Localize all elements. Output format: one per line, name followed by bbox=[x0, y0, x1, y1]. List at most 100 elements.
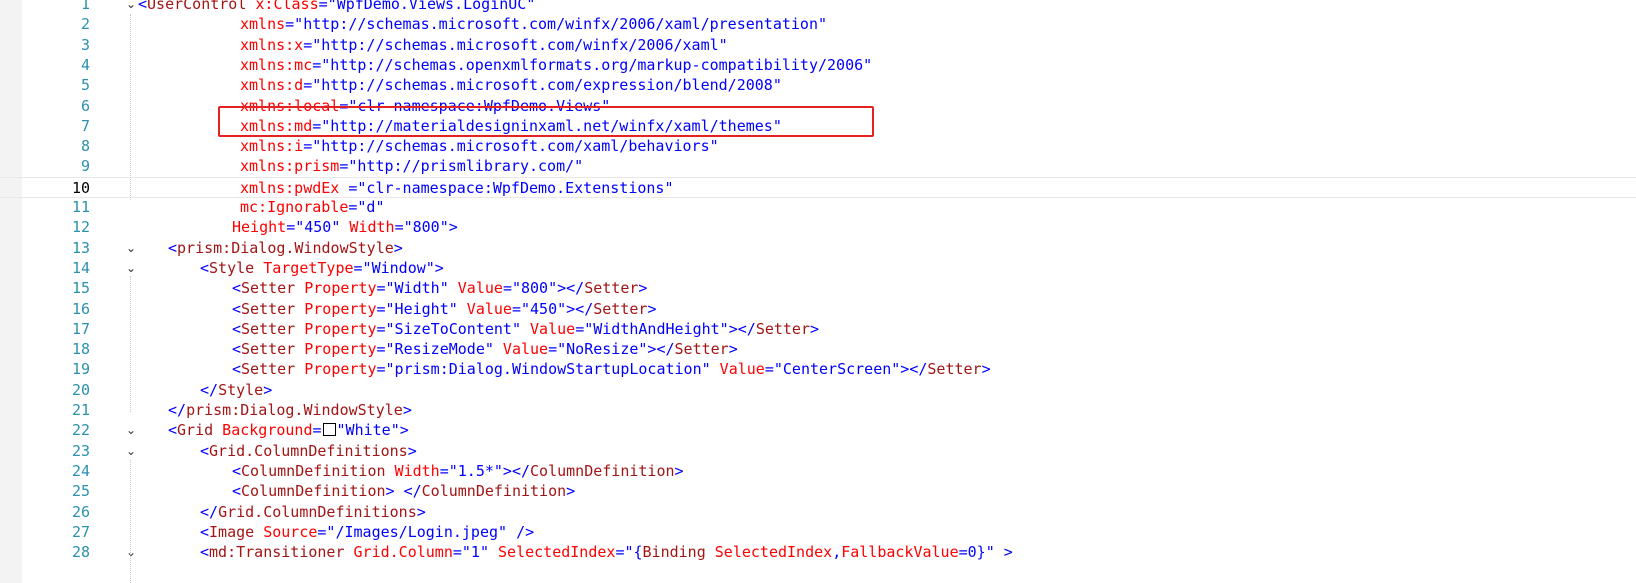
code-line[interactable]: 11 mc:Ignorable="d" bbox=[0, 197, 1636, 218]
code-line[interactable]: 16 <Setter Property="Height" Value="450">… bbox=[0, 299, 1636, 320]
code-token: ="/Images/Login.jpeg" /> bbox=[317, 522, 535, 541]
code-token: Setter bbox=[241, 319, 296, 338]
code-token: SelectedIndex bbox=[489, 543, 616, 562]
code-token: < bbox=[232, 360, 242, 379]
fold-chevron-icon[interactable]: ⌄ bbox=[124, 441, 138, 462]
code-token: < bbox=[232, 482, 242, 501]
code-line[interactable]: 7 xmlns:md="http://materialdesigninxaml.n… bbox=[0, 116, 1636, 137]
code-token: Value bbox=[521, 319, 576, 338]
code-token: Setter bbox=[927, 360, 982, 379]
code-token: Setter bbox=[593, 299, 648, 318]
code-token: xmlns bbox=[240, 15, 286, 34]
line-number: 17 bbox=[71, 319, 90, 338]
code-token: Grid.ColumnDefinitions bbox=[209, 441, 408, 460]
code-line[interactable]: 21 </prism:Dialog.WindowStyle> bbox=[0, 400, 1636, 421]
code-token: ="http://schemas.openxmlformats.org/mark… bbox=[312, 55, 873, 74]
code-token: ="http://prismlibrary.com/" bbox=[339, 157, 584, 176]
code-line[interactable]: 1 ⌄ <UserControl x:Class="WpfDemo.Views.Lo… bbox=[0, 0, 1636, 15]
color-swatch-icon[interactable] bbox=[322, 423, 336, 437]
line-number: 10 bbox=[71, 178, 90, 197]
code-token: ="{ bbox=[615, 543, 643, 562]
code-line[interactable]: 20 </Style> bbox=[0, 380, 1636, 401]
code-token: Property bbox=[295, 299, 377, 318]
code-token: md:Transitioner bbox=[209, 543, 345, 562]
code-token: ="http://schemas.microsoft.com/winfx/200… bbox=[285, 15, 828, 34]
code-editor[interactable]: 1 ⌄ <UserControl x:Class="WpfDemo.Views.Lo… bbox=[0, 0, 1636, 583]
code-token: > bbox=[981, 360, 991, 379]
code-line[interactable]: 3 xmlns:x="http://schemas.microsoft.com/w… bbox=[0, 35, 1636, 56]
code-token: > bbox=[393, 238, 403, 257]
code-token: Property bbox=[295, 319, 377, 338]
code-token: ="Window"> bbox=[353, 258, 444, 277]
code-token: > bbox=[416, 502, 426, 521]
code-token: ="http://schemas.microsoft.com/expressio… bbox=[303, 76, 782, 95]
code-line[interactable]: 23 ⌄ <Grid.ColumnDefinitions> bbox=[0, 441, 1636, 462]
code-line[interactable]: 9 xmlns:prism="http://prismlibrary.com/" bbox=[0, 156, 1636, 177]
code-token: < bbox=[200, 522, 210, 541]
code-token: > bbox=[638, 279, 648, 298]
code-text: xmlns:prism="http://prismlibrary.com/" bbox=[240, 156, 583, 177]
code-token: Width bbox=[385, 461, 440, 480]
code-text: <UserControl x:Class="WpfDemo.Views.Logi… bbox=[138, 0, 535, 15]
code-token: ="prism:Dialog.WindowStartupLocation" bbox=[376, 360, 711, 379]
code-token: </ bbox=[200, 380, 219, 399]
code-line[interactable]: 27 <Image Source="/Images/Login.jpeg" /> bbox=[0, 522, 1636, 543]
code-token: > bbox=[728, 340, 738, 359]
code-text: <Setter Property="SizeToContent" Value="… bbox=[232, 319, 819, 340]
code-token: xmlns:pwdEx bbox=[240, 178, 349, 197]
code-line[interactable]: 12 Height="450" Width="800"> bbox=[0, 217, 1636, 238]
code-token: Image bbox=[209, 522, 255, 541]
code-line[interactable]: 19 <Setter Property="prism:Dialog.WindowS… bbox=[0, 359, 1636, 380]
code-line[interactable]: 4 xmlns:mc="http://schemas.openxmlformats… bbox=[0, 55, 1636, 76]
line-number: 3 bbox=[80, 35, 90, 54]
code-line[interactable]: 13 ⌄ <prism:Dialog.WindowStyle> bbox=[0, 238, 1636, 259]
code-token: Value bbox=[448, 279, 503, 298]
code-line[interactable]: 2 xmlns="http://schemas.microsoft.com/win… bbox=[0, 14, 1636, 35]
code-token: ="clr-namespace:WpfDemo.Views" bbox=[339, 96, 611, 115]
code-line[interactable]: 14 ⌄ <Style TargetType="Window"> bbox=[0, 258, 1636, 279]
code-line[interactable]: 26 </Grid.ColumnDefinitions> bbox=[0, 502, 1636, 523]
code-text: xmlns:md="http://materialdesigninxaml.ne… bbox=[240, 116, 782, 137]
line-number: 5 bbox=[80, 76, 90, 95]
code-line[interactable]: 22 ⌄ <Grid Background= "White"> bbox=[0, 420, 1636, 441]
code-token: TargetType bbox=[254, 258, 354, 277]
code-token: xmlns:x bbox=[240, 35, 304, 54]
code-token: ="d" bbox=[348, 198, 385, 216]
fold-chevron-icon[interactable]: ⌄ bbox=[124, 0, 138, 15]
line-number: 14 bbox=[71, 258, 90, 277]
code-text: <Style TargetType="Window"> bbox=[200, 258, 444, 279]
code-token: ="http://materialdesigninxaml.net/winfx/… bbox=[312, 116, 782, 135]
code-token: > bbox=[647, 299, 657, 318]
code-token: ="clr-namespace:WpfDemo.Extenstions" bbox=[348, 178, 674, 197]
fold-chevron-icon[interactable]: ⌄ bbox=[124, 238, 138, 259]
code-line[interactable]: 6 xmlns:local="clr-namespace:WpfDemo.View… bbox=[0, 96, 1636, 117]
code-line[interactable]: 28 ⌄ <md:Transitioner Grid.Column="1" Sele… bbox=[0, 542, 1636, 563]
code-line[interactable]: 8 xmlns:i="http://schemas.microsoft.com/x… bbox=[0, 136, 1636, 157]
code-token: Property bbox=[295, 279, 377, 298]
code-text: xmlns:pwdEx ="clr-namespace:WpfDemo.Exte… bbox=[240, 178, 673, 199]
code-token: ="Height" bbox=[376, 299, 458, 318]
code-line[interactable]: 10 xmlns:pwdEx ="clr-namespace:WpfDemo.Ex… bbox=[0, 176, 1636, 199]
code-text: xmlns:d="http://schemas.microsoft.com/ex… bbox=[240, 75, 782, 96]
code-line[interactable]: 5 xmlns:d="http://schemas.microsoft.com/e… bbox=[0, 75, 1636, 96]
code-line[interactable]: 17 <Setter Property="SizeToContent" Value… bbox=[0, 319, 1636, 340]
fold-chevron-icon[interactable]: ⌄ bbox=[124, 420, 138, 441]
code-line[interactable]: 18 <Setter Property="ResizeMode" Value="N… bbox=[0, 339, 1636, 360]
code-token: ColumnDefinition bbox=[530, 461, 675, 480]
code-token: Setter bbox=[241, 340, 296, 359]
code-token: FallbackValue bbox=[841, 543, 959, 562]
code-line[interactable]: 15 <Setter Property="Width" Value="800"><… bbox=[0, 278, 1636, 299]
code-line[interactable]: 25 <ColumnDefinition> </ColumnDefinition> bbox=[0, 481, 1636, 502]
code-text: xmlns:mc="http://schemas.openxmlformats.… bbox=[240, 55, 872, 76]
code-token: < bbox=[232, 299, 242, 318]
code-token: ="http://schemas.microsoft.com/xaml/beha… bbox=[303, 137, 719, 156]
indent-guide bbox=[130, 276, 132, 412]
code-token: > </ bbox=[385, 482, 422, 501]
code-text: <Grid Background= "White"> bbox=[168, 420, 409, 441]
code-token: Setter bbox=[755, 319, 810, 338]
code-line[interactable]: 24 <ColumnDefinition Width="1.5*"></Colum… bbox=[0, 461, 1636, 482]
code-token: > bbox=[810, 319, 820, 338]
code-token: Grid.ColumnDefinitions bbox=[218, 502, 417, 521]
code-token: Background bbox=[213, 421, 313, 440]
code-token: Setter bbox=[584, 279, 639, 298]
